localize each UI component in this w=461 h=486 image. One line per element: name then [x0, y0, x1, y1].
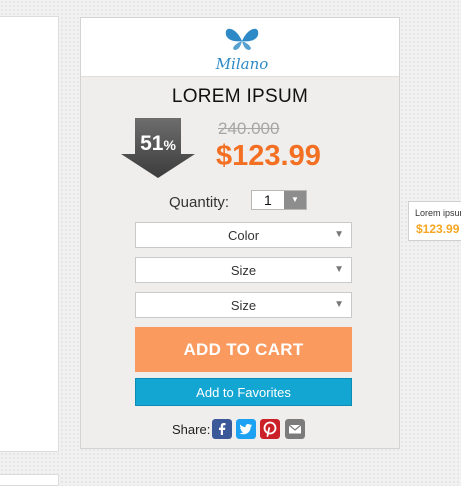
twitter-icon[interactable] [236, 419, 256, 439]
discount-number: 51 [140, 132, 164, 155]
quantity-label: Quantity: [169, 194, 230, 211]
size-select-label: Size [230, 263, 257, 278]
adjacent-product-card-right[interactable]: Lorem ipsum $123.99 [408, 201, 461, 241]
adjacent-product-name: Lorem ipsum [415, 208, 461, 218]
size-select[interactable]: Size ▼ [135, 257, 352, 283]
chevron-down-icon: ▼ [334, 229, 344, 240]
brand-logo: Milano [215, 28, 269, 73]
chevron-down-icon[interactable]: ▼ [284, 191, 306, 209]
brand-logo-area: Milano [81, 18, 399, 77]
color-select-label: Color [227, 228, 260, 243]
discount-percent-symbol: % [163, 137, 176, 153]
product-title: LOREM IPSUM [171, 86, 309, 107]
butterfly-icon [225, 28, 259, 50]
email-icon[interactable] [285, 419, 305, 439]
quantity-value: 1 [264, 192, 272, 208]
chevron-down-icon: ▼ [334, 264, 344, 275]
color-select[interactable]: Color ▼ [135, 222, 352, 248]
adjacent-product-price: $123.99 [416, 222, 460, 236]
brand-logo-text: Milano [215, 55, 269, 73]
chevron-down-icon: ▼ [334, 299, 344, 310]
product-card: Milano LOREM IPSUM 51% 240.000 $123.99 Q… [80, 17, 400, 449]
discount-badge: 51% [121, 132, 195, 156]
add-to-favorites-button[interactable]: Add to Favorites [135, 378, 352, 406]
old-price: 240.000 [218, 119, 280, 138]
facebook-icon[interactable] [212, 419, 232, 439]
pinterest-icon[interactable] [260, 419, 280, 439]
size-select-2[interactable]: Size ▼ [135, 292, 352, 318]
add-to-cart-button[interactable]: ADD TO CART [135, 327, 352, 372]
share-label: Share: [172, 422, 211, 437]
adjacent-product-card-bottom [0, 474, 59, 486]
current-price: $123.99 [216, 140, 321, 172]
adjacent-product-card [0, 16, 59, 452]
size-select-2-label: Size [230, 298, 257, 313]
quantity-select[interactable]: 1 ▼ [251, 190, 307, 210]
